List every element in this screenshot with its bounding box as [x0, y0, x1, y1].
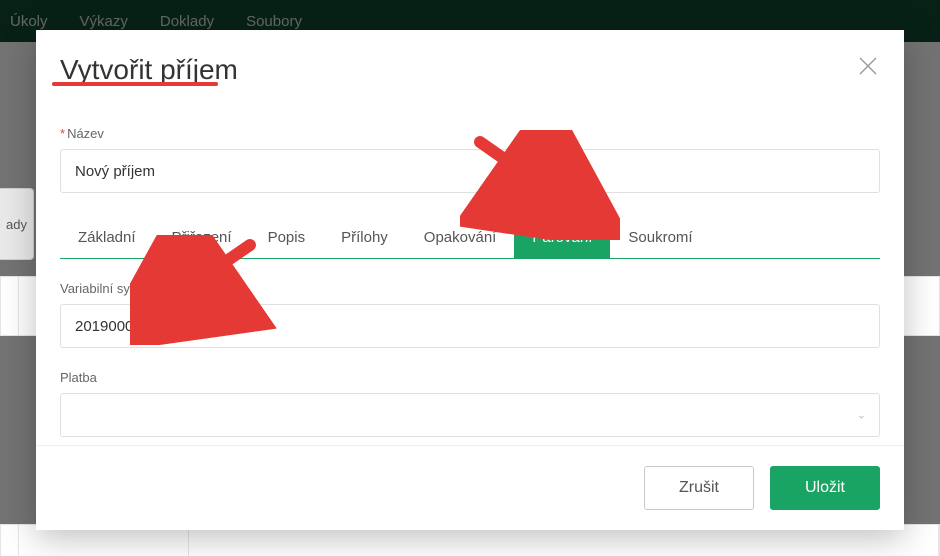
- payment-select[interactable]: [60, 393, 880, 437]
- modal-tabbar: Základní Přiřazení Popis Přílohy Opaková…: [60, 217, 880, 259]
- tab-soukromi[interactable]: Soukromí: [610, 217, 710, 258]
- tab-parovani[interactable]: Párování: [514, 217, 610, 258]
- var-symbol-block: Variabilní symbol: [60, 281, 880, 348]
- tab-prirazeni[interactable]: Přiřazení: [154, 217, 250, 258]
- var-symbol-label: Variabilní symbol: [60, 281, 880, 296]
- name-input[interactable]: [60, 149, 880, 193]
- modal-body: *Název Základní Přiřazení Popis Přílohy …: [36, 108, 904, 445]
- name-label: *Název: [60, 126, 880, 141]
- name-field-block: *Název: [60, 126, 880, 193]
- modal-title: Vytvořit příjem: [60, 54, 238, 92]
- tab-prilohy[interactable]: Přílohy: [323, 217, 406, 258]
- tab-zakladni[interactable]: Základní: [60, 217, 154, 258]
- sidebar-tab-ghost: ady: [0, 188, 34, 260]
- close-icon[interactable]: [856, 54, 880, 78]
- create-income-modal: Vytvořit příjem *Název Základní Přiřazen…: [36, 30, 904, 530]
- modal-footer: Zrušit Uložit: [36, 445, 904, 530]
- annotation-underline: [52, 82, 218, 86]
- payment-block: Platba ⌄: [60, 370, 880, 437]
- var-symbol-input[interactable]: [60, 304, 880, 348]
- save-button[interactable]: Uložit: [770, 466, 880, 510]
- modal-header: Vytvořit příjem: [36, 30, 904, 108]
- tab-opakovani[interactable]: Opakování: [406, 217, 515, 258]
- tab-popis[interactable]: Popis: [250, 217, 324, 258]
- payment-label: Platba: [60, 370, 880, 385]
- cancel-button[interactable]: Zrušit: [644, 466, 754, 510]
